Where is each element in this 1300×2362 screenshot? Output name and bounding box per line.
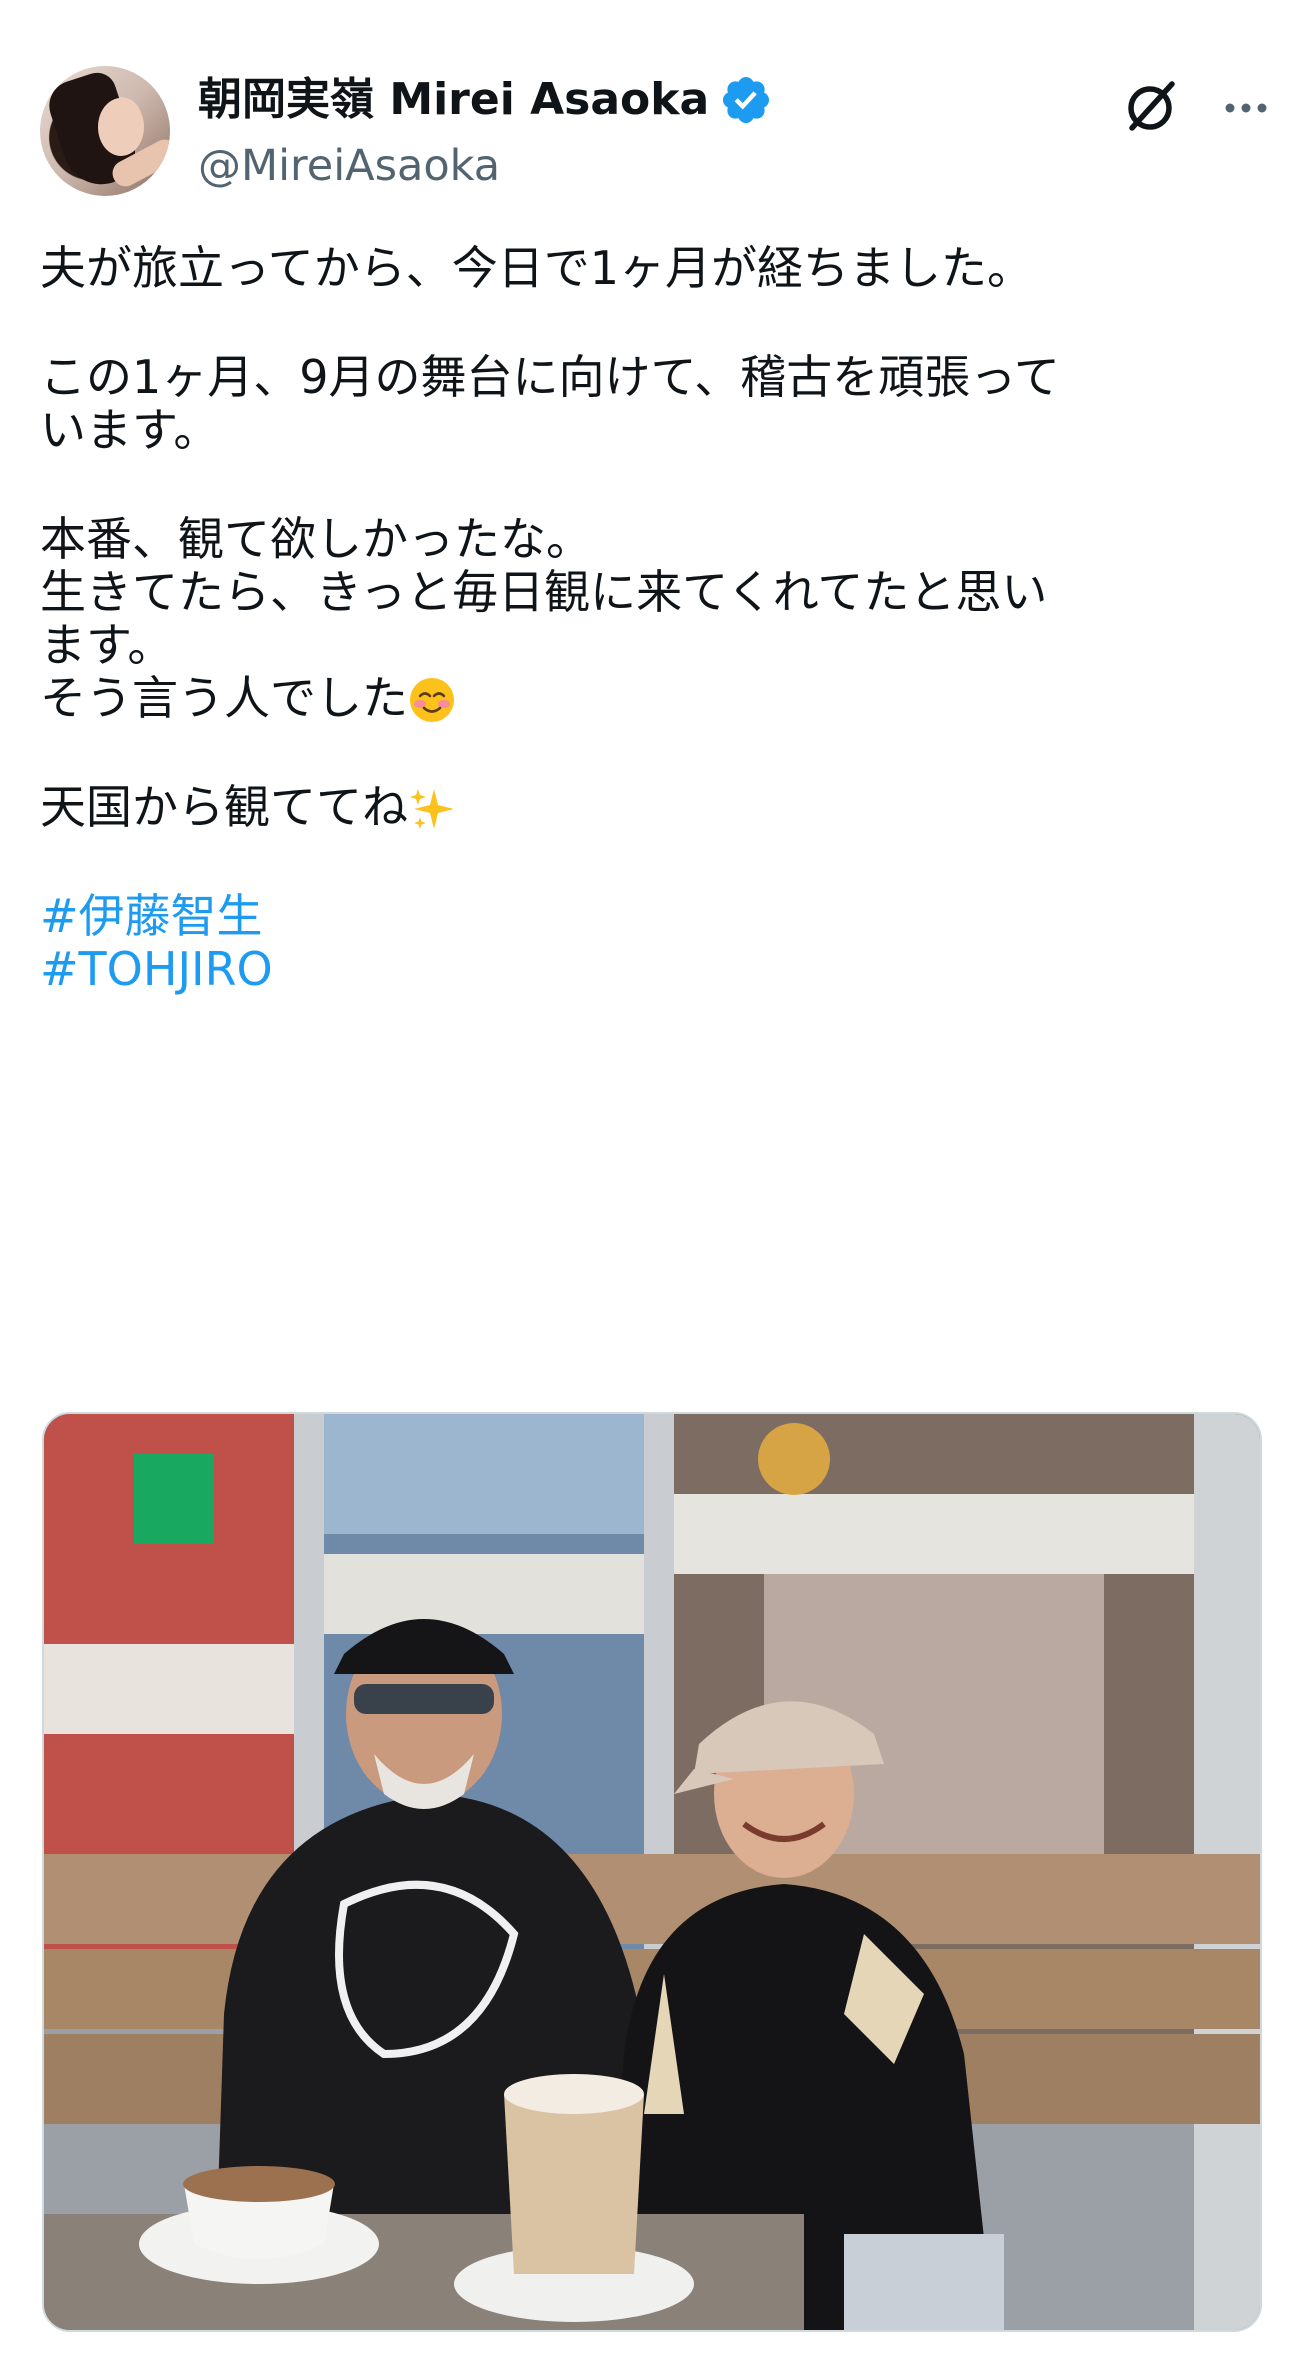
tweet-line-with-emoji: そう言う人でした [40,672,1270,725]
tweet-line-text: 天国から観ててね [40,780,408,834]
tweet-line: 夫が旅立ってから、今日で1ヶ月が経ちました。 [40,241,1033,295]
tweet-line: 生きてたら、きっと毎日観に来てくれてたと思い [40,565,1048,619]
more-options-icon[interactable] [1218,80,1274,136]
author-name-row: 朝岡実嶺 Mirei Asaoka [198,70,773,130]
tweet-photo[interactable] [42,1412,1262,2332]
verified-badge-icon [723,76,770,124]
tweet-line-text: そう言う人でした [40,671,408,725]
tweet-line: います。 [40,403,220,457]
author-handle[interactable]: @MireiAsaoka [198,136,500,196]
tweet-line: 本番、観て欲しかったな。 [40,512,592,566]
hashtag-link[interactable]: #TOHJIRO [40,943,1270,996]
cafe-photo-illustration [44,1414,1260,2330]
tweet-line: この1ヶ月、9月の舞台に向けて、稽古を頑張って [40,350,1060,404]
grok-icon[interactable] [1118,74,1182,138]
tweet-line: ます。 [40,618,174,672]
tweet-header: 朝岡実嶺 Mirei Asaoka @MireiAsaoka [40,62,1270,202]
author-display-name[interactable]: 朝岡実嶺 Mirei Asaoka [198,70,709,130]
tweet-body: 夫が旅立ってから、今日で1ヶ月が経ちました。 この1ヶ月、9月の舞台に向けて、稽… [40,242,1270,996]
hashtag-link[interactable]: #伊藤智生 [40,890,1270,943]
smiling-face-blush-emoji-icon [410,678,454,722]
tweet-paragraph: 夫が旅立ってから、今日で1ヶ月が経ちました。 [40,242,1270,295]
tweet-paragraph: この1ヶ月、9月の舞台に向けて、稽古を頑張って います。 [40,351,1270,457]
hashtag-list: #伊藤智生 #TOHJIRO [40,890,1270,996]
author-avatar[interactable] [40,66,170,196]
tweet-paragraph: 本番、観て欲しかったな。 生きてたら、きっと毎日観に来てくれてたと思い ます。 … [40,513,1270,725]
tweet-line-with-emoji: 天国から観ててね [40,781,1270,834]
sparkles-emoji-icon [410,789,454,829]
tweet-paragraph: 天国から観ててね [40,781,1270,834]
